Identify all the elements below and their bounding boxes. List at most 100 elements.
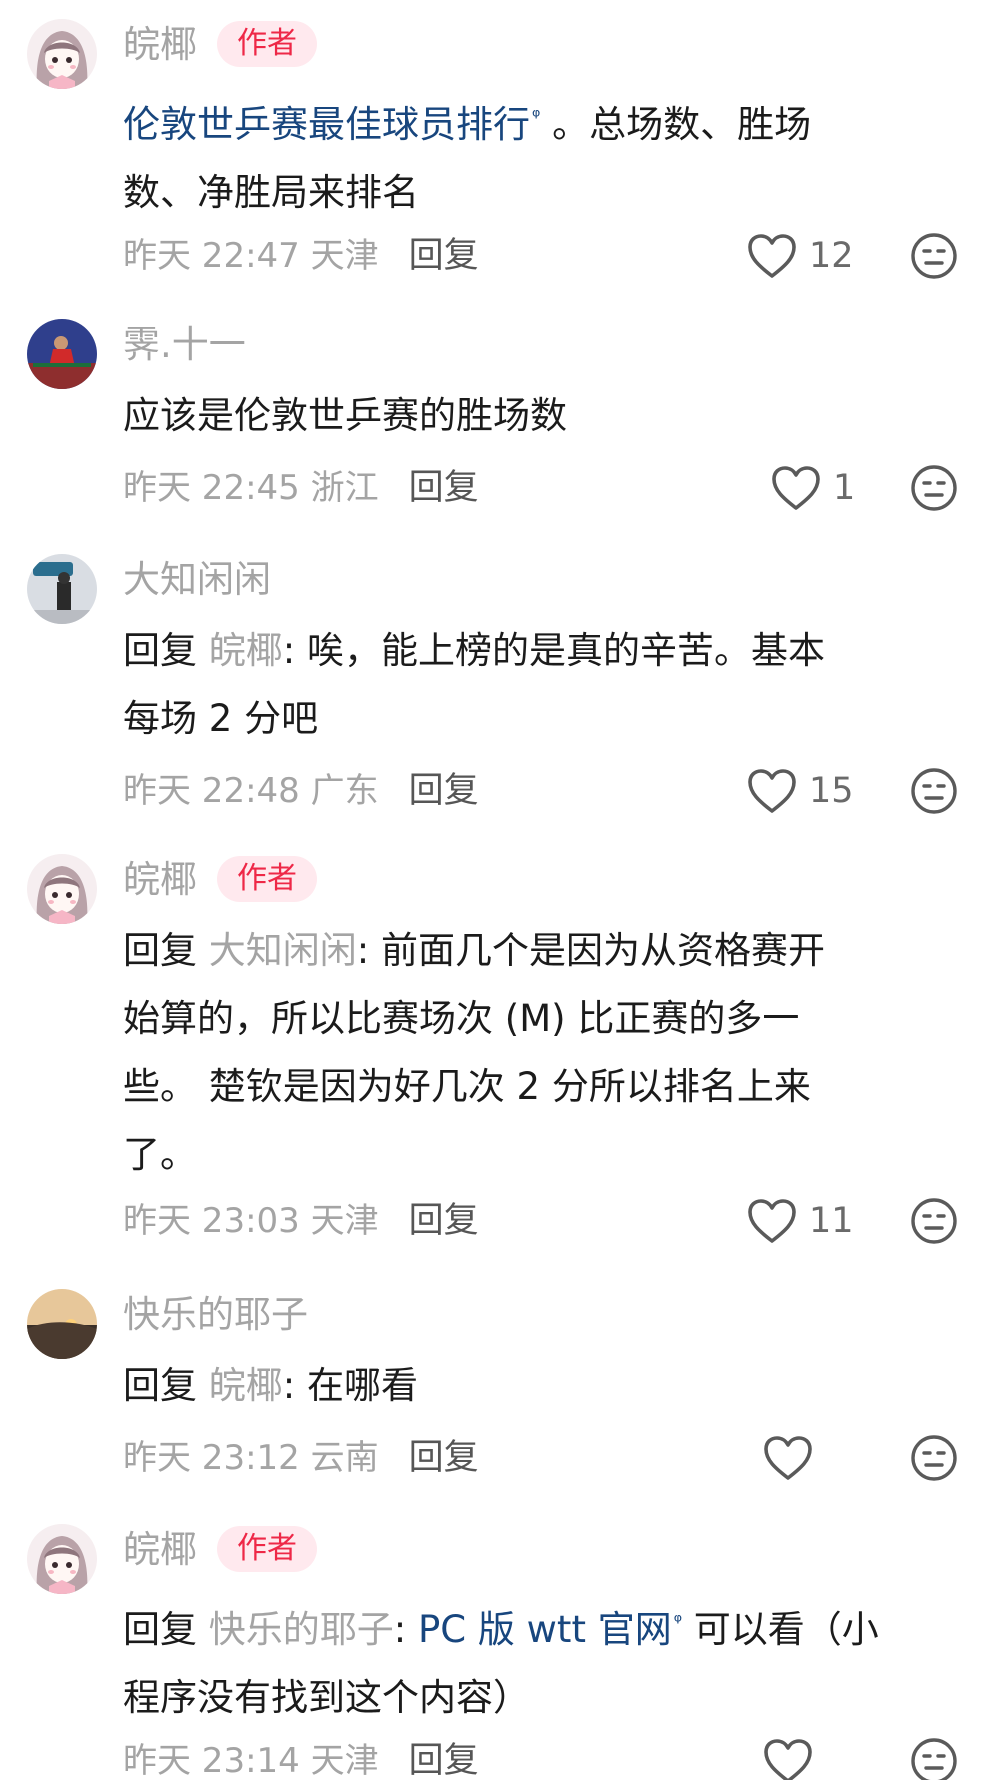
dislike-button[interactable] bbox=[910, 1737, 958, 1780]
author-badge: 作者 bbox=[217, 1526, 317, 1572]
avatar-image bbox=[27, 554, 97, 624]
author-badge: 作者 bbox=[217, 21, 317, 67]
timestamp: 昨天 23:14 bbox=[123, 1740, 300, 1780]
name-row: 霁.十一 bbox=[123, 314, 246, 374]
avatar-image bbox=[27, 1289, 97, 1359]
comment-text-line: : bbox=[393, 1608, 418, 1651]
search-link[interactable]: PC 版 wtt 官网 ᵠ bbox=[418, 1608, 682, 1651]
comment-meta: 昨天 22:47 天津 回复 bbox=[123, 222, 479, 282]
comment-text-line: : 前面几个是因为从资格赛开 bbox=[356, 929, 825, 972]
username[interactable]: 皖椰 bbox=[123, 861, 197, 898]
reply-button[interactable]: 回复 bbox=[409, 227, 479, 278]
timestamp: 昨天 22:45 bbox=[123, 467, 300, 508]
reply-prefix: 回复 bbox=[123, 1608, 197, 1651]
comment-text-line: : 在哪看 bbox=[282, 1364, 418, 1407]
comment-text-line: 每场 2 分吧 bbox=[123, 697, 319, 740]
heart-outline-icon bbox=[747, 1198, 797, 1244]
search-link-label[interactable]: PC 版 wtt 官网 bbox=[418, 1608, 672, 1651]
neutral-face-icon bbox=[910, 232, 958, 280]
dislike-button[interactable] bbox=[910, 1434, 958, 1482]
heart-outline-icon bbox=[763, 1738, 813, 1780]
location: 天津 bbox=[310, 1740, 379, 1780]
avatar-image bbox=[27, 854, 97, 924]
dislike-button[interactable] bbox=[910, 767, 958, 815]
comment-text-line: 程序没有找到这个内容） bbox=[123, 1676, 530, 1719]
mention[interactable]: 皖椰 bbox=[209, 629, 283, 672]
location: 云南 bbox=[310, 1437, 379, 1478]
username[interactable]: 大知闲闲 bbox=[123, 561, 271, 598]
avatar-image bbox=[27, 319, 97, 389]
avatar-image bbox=[27, 1524, 97, 1594]
dislike-button[interactable] bbox=[910, 464, 958, 512]
reply-button[interactable]: 回复 bbox=[409, 1192, 479, 1243]
comment-text-line: 些。 楚钦是因为好几次 2 分所以排名上来 bbox=[123, 1065, 811, 1108]
name-row: 大知闲闲 bbox=[123, 549, 271, 609]
location: 浙江 bbox=[310, 467, 379, 508]
comment-text-line: 可以看（小 bbox=[682, 1608, 879, 1651]
dislike-button[interactable] bbox=[910, 232, 958, 280]
reply-prefix: 回复 bbox=[123, 1364, 197, 1407]
reply-button[interactable]: 回复 bbox=[409, 762, 479, 813]
like-button[interactable] bbox=[763, 1731, 813, 1780]
timestamp: 昨天 23:12 bbox=[123, 1437, 300, 1478]
username[interactable]: 皖椰 bbox=[123, 1531, 197, 1568]
neutral-face-icon bbox=[910, 464, 958, 512]
location: 广东 bbox=[310, 770, 379, 811]
reply-prefix: 回复 bbox=[123, 629, 197, 672]
author-badge: 作者 bbox=[217, 856, 317, 902]
avatar[interactable] bbox=[27, 1289, 97, 1359]
mention[interactable]: 皖椰 bbox=[209, 1364, 283, 1407]
mention[interactable]: 快乐的耶子 bbox=[209, 1608, 394, 1651]
comment-meta: 昨天 22:45 浙江 回复 bbox=[123, 454, 479, 514]
heart-outline-icon bbox=[747, 233, 797, 279]
comment-meta: 昨天 23:03 天津 回复 bbox=[123, 1187, 479, 1247]
like-button[interactable] bbox=[763, 1428, 813, 1488]
neutral-face-icon bbox=[910, 767, 958, 815]
avatar[interactable] bbox=[27, 19, 97, 89]
comment-text-line: 数、净胜局来排名 bbox=[123, 171, 419, 214]
username[interactable]: 皖椰 bbox=[123, 26, 197, 63]
heart-outline-icon bbox=[771, 465, 821, 511]
search-link[interactable]: 伦敦世乒赛最佳球员排行 ᵠ bbox=[123, 103, 540, 146]
mention[interactable]: 大知闲闲 bbox=[209, 929, 357, 972]
reply-button[interactable]: 回复 bbox=[409, 1732, 479, 1780]
name-row: 皖椰 作者 bbox=[123, 849, 317, 909]
location: 天津 bbox=[310, 1200, 379, 1241]
avatar[interactable] bbox=[27, 1524, 97, 1594]
comment-text-line: 了。 bbox=[123, 1133, 197, 1176]
avatar[interactable] bbox=[27, 554, 97, 624]
comment-text: 应该是伦敦世乒赛的胜场数 bbox=[123, 382, 973, 450]
comment-text: 回复 皖椰: 在哪看 bbox=[123, 1352, 973, 1420]
avatar[interactable] bbox=[27, 319, 97, 389]
like-button[interactable]: 15 bbox=[747, 761, 854, 821]
like-count: 12 bbox=[809, 236, 854, 276]
comment-text-line: : 唉，能上榜的是真的辛苦。基本 bbox=[282, 629, 825, 672]
search-link-label[interactable]: 伦敦世乒赛最佳球员排行 bbox=[123, 103, 530, 146]
comment-text-line: 始算的，所以比赛场次 (M) 比正赛的多一 bbox=[123, 997, 800, 1040]
neutral-face-icon bbox=[910, 1197, 958, 1245]
timestamp: 昨天 22:48 bbox=[123, 770, 300, 811]
reply-button[interactable]: 回复 bbox=[409, 1429, 479, 1480]
avatar[interactable] bbox=[27, 854, 97, 924]
like-button[interactable]: 12 bbox=[747, 226, 854, 286]
like-count: 15 bbox=[809, 771, 854, 811]
like-button[interactable]: 11 bbox=[747, 1191, 854, 1251]
like-count: 1 bbox=[833, 468, 856, 508]
username[interactable]: 霁.十一 bbox=[123, 326, 246, 363]
comment-text: 回复 大知闲闲: 前面几个是因为从资格赛开始算的，所以比赛场次 (M) 比正赛的… bbox=[123, 917, 973, 1189]
reply-button[interactable]: 回复 bbox=[409, 459, 479, 510]
comment-meta: 昨天 22:48 广东 回复 bbox=[123, 757, 479, 817]
name-row: 皖椰 作者 bbox=[123, 1519, 317, 1579]
like-count: 11 bbox=[809, 1201, 854, 1241]
like-button[interactable]: 1 bbox=[771, 458, 855, 518]
dislike-button[interactable] bbox=[910, 1197, 958, 1245]
neutral-face-icon bbox=[910, 1737, 958, 1780]
comment-text: 回复 快乐的耶子: PC 版 wtt 官网 ᵠ 可以看（小程序没有找到这个内容） bbox=[123, 1587, 973, 1732]
username[interactable]: 快乐的耶子 bbox=[123, 1296, 308, 1333]
location: 天津 bbox=[310, 235, 379, 276]
timestamp: 昨天 22:47 bbox=[123, 235, 300, 276]
reply-prefix: 回复 bbox=[123, 929, 197, 972]
heart-outline-icon bbox=[763, 1435, 813, 1481]
comment-text-line: 。总场数、胜场 bbox=[540, 103, 812, 146]
avatar-image bbox=[27, 19, 97, 89]
